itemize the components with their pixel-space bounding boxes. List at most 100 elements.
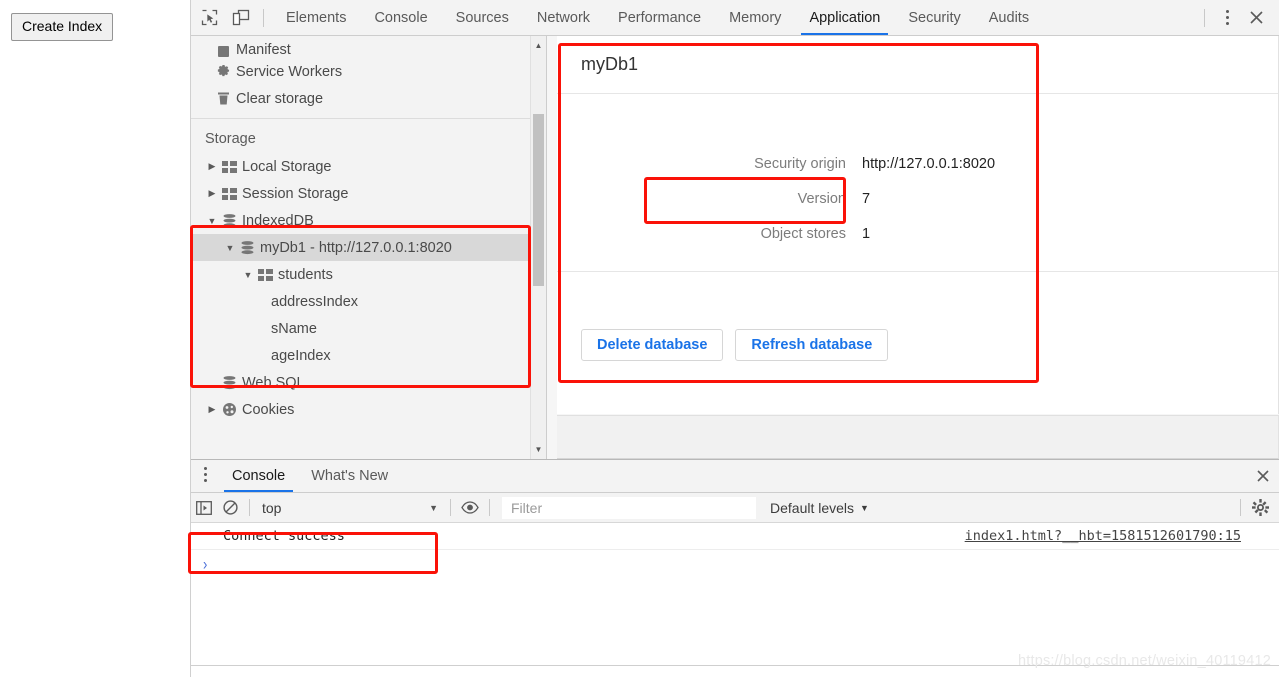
- create-index-button[interactable]: Create Index: [11, 13, 114, 41]
- devtools-window: Elements Console Sources Network Perform…: [191, 0, 1279, 667]
- chevron-down-icon[interactable]: ▼: [205, 216, 219, 226]
- device-toolbar-icon[interactable]: [227, 4, 255, 32]
- tab-label: Audits: [988, 9, 1030, 26]
- kebab-menu-icon[interactable]: [1213, 4, 1241, 32]
- console-message-source-link[interactable]: index1.html?__hbt=1581512601790:15: [965, 528, 1279, 544]
- close-icon[interactable]: [1241, 3, 1271, 33]
- tab-label: Network: [536, 9, 591, 26]
- sidebar-item-label: IndexedDB: [242, 212, 314, 229]
- console-sidebar-icon[interactable]: [191, 495, 217, 521]
- sidebar-item-label: myDb1 - http://127.0.0.1:8020: [260, 239, 452, 256]
- drawer-tab-label: What's New: [311, 468, 389, 484]
- sidebar-item-label: students: [278, 266, 333, 283]
- drawer-tab-whats-new[interactable]: What's New: [298, 460, 401, 492]
- devtools-main-toolbar: Elements Console Sources Network Perform…: [191, 0, 1279, 36]
- sidebar-item-session-storage[interactable]: ▶ Session Storage: [191, 180, 546, 207]
- card-divider: [557, 93, 1278, 94]
- chevron-right-icon[interactable]: ▶: [205, 188, 219, 199]
- tab-memory[interactable]: Memory: [715, 0, 795, 35]
- log-levels-value: Default levels: [770, 499, 855, 516]
- sidebar-item-age-index[interactable]: ageIndex: [191, 342, 546, 369]
- field-version: Version 7: [557, 181, 1278, 216]
- tab-label: Security: [908, 9, 961, 26]
- trash-icon: [213, 91, 233, 106]
- console-message[interactable]: Connect success index1.html?__hbt=158151…: [191, 523, 1279, 550]
- sidebar-item-local-storage[interactable]: ▶ Local Storage: [191, 153, 546, 180]
- sidebar-item-label: Manifest: [236, 42, 291, 58]
- tab-elements[interactable]: Elements: [272, 0, 360, 35]
- toolbar-divider: [1240, 499, 1241, 516]
- sidebar-item-clear-storage[interactable]: ▶ Clear storage: [191, 85, 546, 112]
- scroll-down-arrow-icon[interactable]: ▼: [531, 442, 546, 457]
- console-prompt[interactable]: ›: [191, 550, 1279, 576]
- chevron-down-icon[interactable]: ▼: [241, 270, 255, 280]
- tab-sources[interactable]: Sources: [442, 0, 523, 35]
- toolbar-right-group: [1196, 3, 1279, 33]
- screenshot-root: Create Index Elements Console Sources Ne…: [0, 0, 1279, 677]
- sidebar-scroll-content: ▶ Manifest ▶: [191, 36, 546, 459]
- sidebar-item-indexeddb[interactable]: ▼ IndexedDB: [191, 207, 546, 234]
- live-expression-eye-icon[interactable]: [457, 495, 483, 521]
- toolbar-divider: [489, 499, 490, 516]
- database-fields: Security origin http://127.0.0.1:8020 Ve…: [557, 146, 1278, 251]
- sidebar-item-manifest[interactable]: ▶ Manifest: [191, 36, 546, 58]
- database-icon: [237, 240, 257, 255]
- inspect-cursor-icon[interactable]: [195, 4, 223, 32]
- drawer-tab-console[interactable]: Console: [219, 460, 298, 492]
- sidebar-item-mydb1[interactable]: ▼ myDb1 - http://127.0.0.1:8020: [191, 234, 546, 261]
- toolbar-divider: [1204, 8, 1205, 27]
- chevron-right-icon[interactable]: ▶: [205, 404, 219, 415]
- scroll-up-arrow-icon[interactable]: ▲: [531, 38, 546, 53]
- tab-network[interactable]: Network: [523, 0, 604, 35]
- tab-audits[interactable]: Audits: [975, 0, 1043, 35]
- card-divider: [557, 271, 1278, 272]
- database-card: myDb1 Security origin http://127.0.0.1:8…: [557, 36, 1279, 414]
- database-title: myDb1: [581, 54, 639, 74]
- tab-console[interactable]: Console: [360, 0, 441, 35]
- sidebar-section-storage: Storage: [205, 131, 256, 147]
- sidebar-item-address-index[interactable]: addressIndex: [191, 288, 546, 315]
- cookie-icon: [219, 402, 239, 417]
- tab-security[interactable]: Security: [894, 0, 974, 35]
- sidebar-item-cookies[interactable]: ▶ Cookies: [191, 396, 546, 423]
- caret-down-icon: ▼: [429, 502, 438, 513]
- refresh-database-button[interactable]: Refresh database: [735, 329, 889, 361]
- field-value: http://127.0.0.1:8020: [862, 155, 996, 172]
- execution-context-select[interactable]: top ▼: [256, 500, 444, 516]
- tab-application[interactable]: Application: [795, 0, 894, 35]
- sidebar-item-label: Service Workers: [236, 63, 343, 80]
- close-icon[interactable]: [1247, 460, 1279, 492]
- application-panel: ▶ Manifest ▶: [191, 36, 1279, 459]
- table-icon: [255, 268, 275, 281]
- sidebar-item-label: Local Storage: [242, 158, 332, 175]
- sidebar-scrollbar[interactable]: ▲ ▼: [530, 36, 546, 459]
- scrollbar-thumb[interactable]: [533, 114, 544, 286]
- gear-icon: [213, 64, 233, 79]
- sidebar-item-students[interactable]: ▼ students: [191, 261, 546, 288]
- chevron-down-icon[interactable]: ▼: [223, 243, 237, 253]
- log-levels-select[interactable]: Default levels ▼: [770, 500, 869, 516]
- database-icon: [219, 213, 239, 228]
- sidebar-item-label: sName: [271, 320, 317, 337]
- gear-icon[interactable]: [1247, 495, 1273, 521]
- delete-database-button[interactable]: Delete database: [581, 329, 724, 361]
- devtools-tab-list: Elements Console Sources Network Perform…: [272, 0, 1043, 35]
- sidebar-item-service-workers[interactable]: ▶ Service Workers: [191, 58, 546, 85]
- drawer-tab-label: Console: [232, 468, 286, 484]
- kebab-menu-icon[interactable]: [191, 460, 219, 488]
- tab-performance[interactable]: Performance: [604, 0, 715, 35]
- sidebar-item-sname[interactable]: sName: [191, 315, 546, 342]
- table-icon: [219, 187, 239, 200]
- field-label: Security origin: [754, 155, 846, 172]
- sidebar-item-label: Session Storage: [242, 185, 349, 202]
- sidebar-item-label: ageIndex: [271, 347, 331, 364]
- console-filter-input[interactable]: Filter: [502, 496, 756, 519]
- tab-label: Elements: [286, 9, 347, 26]
- sidebar-item-web-sql[interactable]: ▶ Web SQL: [191, 369, 546, 396]
- sidebar-item-label: Cookies: [242, 401, 295, 418]
- chevron-right-icon[interactable]: ▶: [205, 161, 219, 172]
- tab-label: Application: [809, 9, 881, 26]
- clear-console-icon[interactable]: [217, 495, 243, 521]
- console-message-text: Connect success: [223, 528, 345, 544]
- field-value: 7: [862, 190, 871, 207]
